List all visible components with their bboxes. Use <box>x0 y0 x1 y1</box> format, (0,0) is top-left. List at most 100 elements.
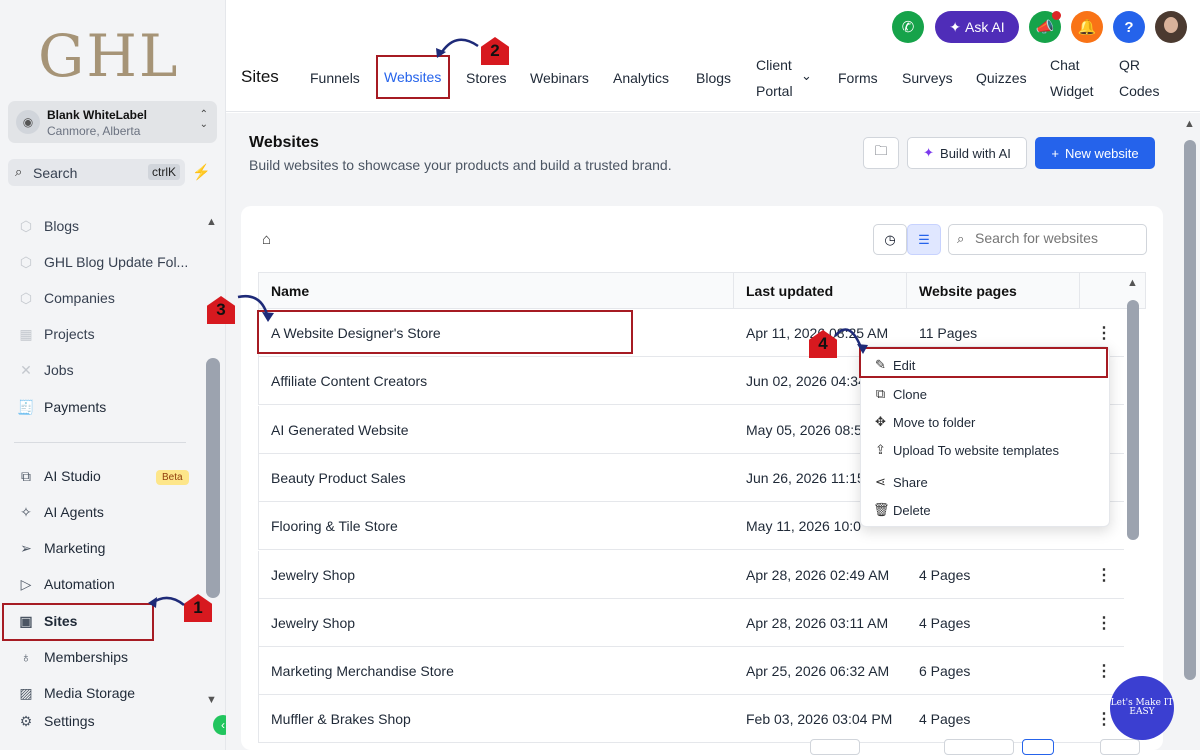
sidebar-scrollbar[interactable] <box>206 358 220 598</box>
website-pages-cell: 11 Pages <box>919 325 978 341</box>
website-search-box[interactable]: ⌕ <box>948 224 1147 255</box>
tab-surveys[interactable]: Surveys <box>902 70 953 86</box>
pagination-page[interactable] <box>1022 739 1054 755</box>
tab-client-portal-l1[interactable]: Client <box>756 57 792 73</box>
pagination-prev[interactable] <box>810 739 860 755</box>
search-shortcut: ctrlK <box>148 164 180 180</box>
sidebar-item-marketing[interactable]: ➢ Marketing <box>16 537 105 559</box>
website-name-cell[interactable]: Jewelry Shop <box>271 615 355 631</box>
sidebar-item-ghl-blog-update[interactable]: ⬡ GHL Blog Update Fol... <box>16 251 188 273</box>
scroll-down-arrow-icon[interactable]: ▼ <box>206 694 217 706</box>
tab-webinars[interactable]: Webinars <box>530 70 589 86</box>
menu-item-clone[interactable]: ⧉ Clone <box>873 386 927 402</box>
website-name-cell[interactable]: Beauty Product Sales <box>271 470 406 486</box>
website-name-cell[interactable]: Jewelry Shop <box>271 567 355 583</box>
website-name-cell[interactable]: AI Generated Website <box>271 422 408 438</box>
table-row[interactable] <box>258 550 1124 599</box>
website-pages-cell: 4 Pages <box>919 711 971 728</box>
table-scrollbar[interactable] <box>1127 300 1139 540</box>
table-row[interactable] <box>258 598 1124 647</box>
new-website-button[interactable]: + New website <box>1035 137 1155 169</box>
sidebar-item-settings[interactable]: ⚙ Settings <box>16 710 95 732</box>
sidebar-item-label: Memberships <box>44 649 129 665</box>
website-search-input[interactable] <box>975 230 1140 246</box>
sidebar-item-ai-agents[interactable]: ✧ AI Agents <box>16 501 104 523</box>
scroll-up-arrow-icon[interactable]: ▲ <box>1127 277 1138 289</box>
row-actions-kebab-icon[interactable]: ⋮ <box>1096 323 1112 343</box>
sidebar-item-blogs[interactable]: ⬡ Blogs <box>16 215 79 237</box>
row-actions-kebab-icon[interactable]: ⋮ <box>1096 661 1112 681</box>
tab-qr-codes-l2[interactable]: Codes <box>1119 83 1159 99</box>
menu-item-move-to-folder[interactable]: ✥ Move to folder <box>873 414 975 430</box>
tab-blogs[interactable]: Blogs <box>696 70 731 86</box>
website-name-cell[interactable]: Affiliate Content Creators <box>271 373 427 389</box>
tab-stores[interactable]: Stores <box>466 70 506 86</box>
sidebar-item-automation[interactable]: ▷ Automation <box>16 573 115 595</box>
ai-studio-icon: ⧉ <box>21 467 31 484</box>
sidebar-item-memberships[interactable]: ♁ Memberships <box>16 646 128 668</box>
website-name-cell[interactable]: Marketing Merchandise Store <box>271 663 454 679</box>
build-with-ai-label: Build with AI <box>940 145 1011 161</box>
tab-forms[interactable]: Forms <box>838 70 878 86</box>
build-with-ai-button[interactable]: ✦ Build with AI <box>907 137 1027 169</box>
tab-funnels[interactable]: Funnels <box>310 70 360 86</box>
sidebar-search[interactable]: ⌕ Search ctrlK <box>8 159 185 186</box>
chevron-down-icon[interactable]: ⌄ <box>801 68 812 84</box>
website-name-cell[interactable]: Muffler & Brakes Shop <box>271 711 411 727</box>
share-icon: ⋖ <box>875 474 886 489</box>
website-name-cell[interactable]: Flooring & Tile Store <box>271 518 398 534</box>
gear-icon: ⚙ <box>19 712 33 729</box>
menu-item-delete[interactable]: 🗑 Delete <box>873 502 931 518</box>
row-actions-kebab-icon[interactable]: ⋮ <box>1096 613 1112 633</box>
ask-ai-button[interactable]: ✦ Ask AI <box>935 11 1019 43</box>
last-updated-cell: Jun 02, 2026 04:34 <box>746 373 866 390</box>
tools-icon: ✕ <box>20 361 32 378</box>
sidebar-item-projects[interactable]: ▦ Projects <box>16 323 94 345</box>
sidebar-item-label: Marketing <box>44 540 106 556</box>
image-icon: ▨ <box>19 684 33 701</box>
tab-analytics[interactable]: Analytics <box>613 70 669 86</box>
menu-item-upload-templates[interactable]: ⇪ Upload To website templates <box>873 442 1059 458</box>
sidebar-item-payments[interactable]: 🧾 Payments <box>16 396 106 418</box>
pagination-size[interactable] <box>944 739 1014 755</box>
recent-view-button[interactable]: ◷ <box>873 224 907 255</box>
tab-chat-widget-l1[interactable]: Chat <box>1050 57 1080 73</box>
sidebar-item-label: AI Agents <box>44 504 104 520</box>
row-actions-kebab-icon[interactable]: ⋮ <box>1096 565 1112 585</box>
column-header-website-pages[interactable]: Website pages <box>919 283 1017 299</box>
menu-item-label: Clone <box>893 386 927 402</box>
menu-item-share[interactable]: ⋖ Share <box>873 474 928 490</box>
pagination-next[interactable] <box>1100 739 1140 755</box>
highlight-sites <box>2 603 154 641</box>
column-header-last-updated[interactable]: Last updated <box>746 283 833 299</box>
help-icon[interactable]: ? <box>1113 11 1145 43</box>
tab-chat-widget-l2[interactable]: Widget <box>1050 83 1094 99</box>
new-folder-button[interactable]: 🗀 <box>863 137 899 169</box>
search-icon: ⌕ <box>957 231 965 246</box>
account-switcher[interactable]: ◉ Blank WhiteLabel Canmore, Alberta ⌃ ⌄ <box>8 101 217 143</box>
tab-quizzes[interactable]: Quizzes <box>976 70 1027 86</box>
watermark-logo: Let's Make IT EASY <box>1110 676 1174 740</box>
receipt-icon: 🧾 <box>17 398 35 415</box>
sidebar-item-ai-studio[interactable]: ⧉ AI Studio <box>16 465 101 487</box>
list-view-button[interactable]: ☰ <box>907 224 941 255</box>
quick-action-bolt-icon[interactable]: ⚡ <box>192 163 211 181</box>
scroll-up-arrow-icon[interactable]: ▲ <box>1184 118 1195 130</box>
sidebar-item-media-storage[interactable]: ▨ Media Storage <box>16 682 135 704</box>
page-scrollbar[interactable] <box>1184 140 1196 680</box>
tab-client-portal-l2[interactable]: Portal <box>756 83 793 99</box>
column-header-name[interactable]: Name <box>271 283 309 299</box>
sidebar-item-companies[interactable]: ⬡ Companies <box>16 287 115 309</box>
sidebar-item-jobs[interactable]: ✕ Jobs <box>16 359 73 381</box>
scroll-up-arrow-icon[interactable]: ▲ <box>206 216 217 228</box>
page-title: Websites <box>249 134 319 151</box>
phone-icon[interactable]: ✆ <box>892 11 924 43</box>
search-label: Search <box>33 165 78 181</box>
account-avatar-icon: ◉ <box>16 110 40 134</box>
last-updated-cell: May 05, 2026 08:5 <box>746 421 862 438</box>
home-icon[interactable]: ⌂ <box>262 231 271 248</box>
bell-icon[interactable]: 🔔 <box>1071 11 1103 43</box>
tab-qr-codes-l1[interactable]: QR <box>1119 57 1140 73</box>
user-avatar[interactable] <box>1155 11 1187 43</box>
last-updated-cell: Feb 03, 2026 03:04 PM <box>746 711 893 728</box>
